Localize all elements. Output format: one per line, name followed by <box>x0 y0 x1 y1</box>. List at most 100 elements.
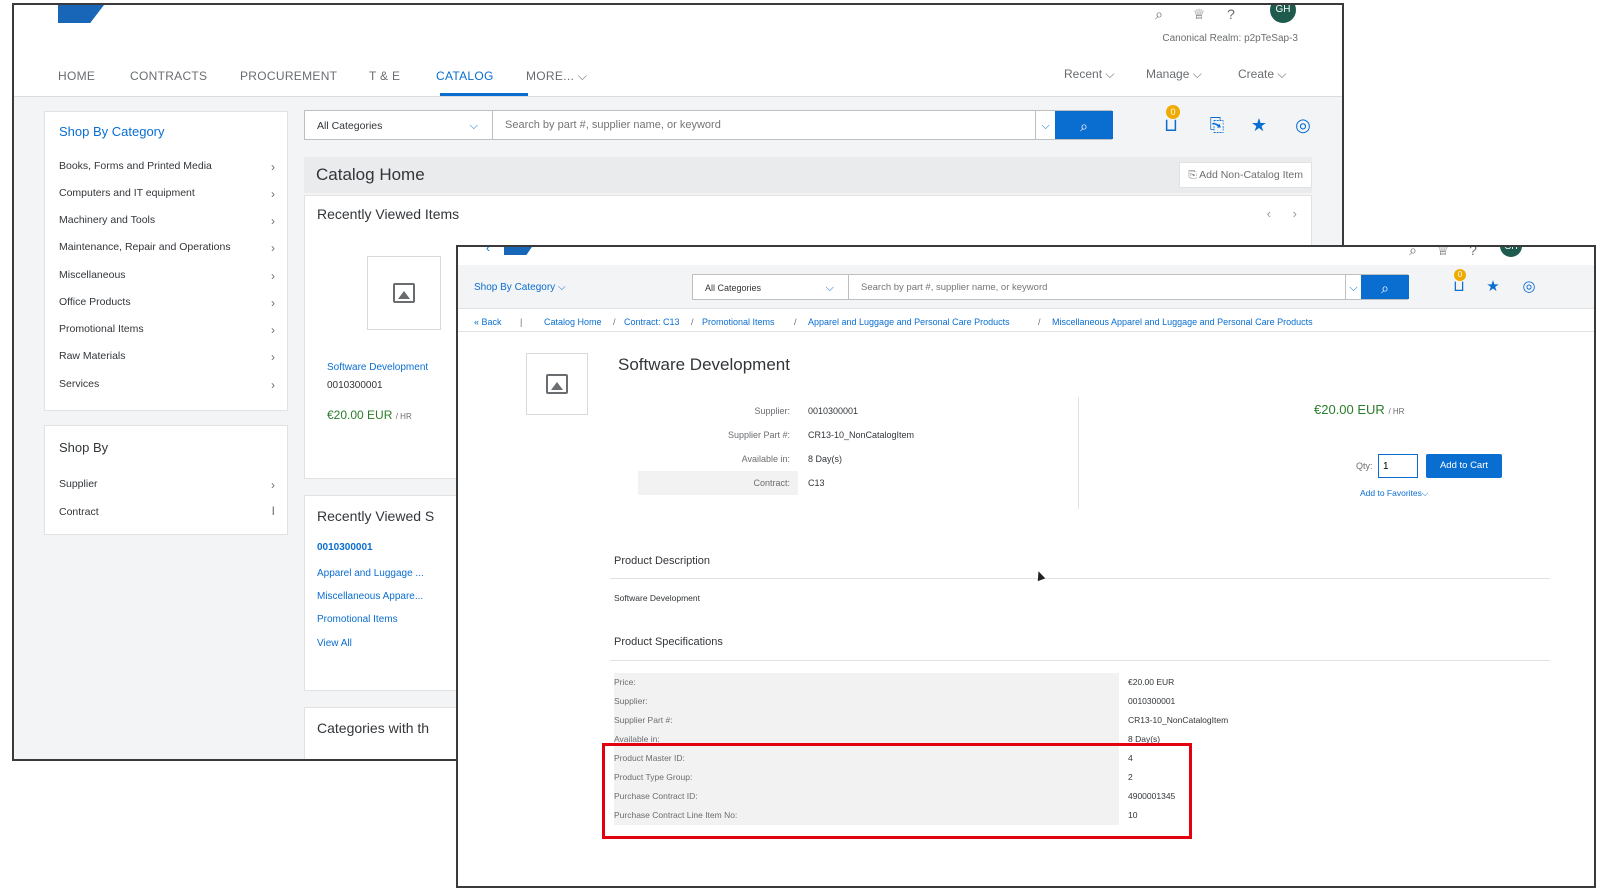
compare-icon[interactable]: ◎ <box>1518 277 1540 299</box>
spec-value-link[interactable]: 0010300001 <box>1128 696 1175 706</box>
nav-contracts[interactable]: CONTRACTS <box>130 69 207 83</box>
notifications-icon[interactable]: ♕ <box>1434 247 1452 259</box>
chevron-right-icon[interactable]: › <box>1293 206 1297 221</box>
detail-value: C13 <box>808 478 825 488</box>
shop-by-category-panel: Shop By Category Books, Forms and Printe… <box>44 111 288 411</box>
category-item[interactable]: Promotional Items <box>59 323 144 335</box>
categories-title: Categories with th <box>317 720 430 736</box>
breadcrumb-item[interactable]: Promotional Items <box>702 317 775 327</box>
chevron-right-icon: › <box>271 323 275 337</box>
search-input[interactable] <box>849 275 1343 299</box>
search-options-dropdown[interactable]: ⌵ <box>1035 111 1055 139</box>
search-icon: ⌕ <box>1381 280 1389 296</box>
breadcrumb-item[interactable]: Catalog Home <box>544 317 602 327</box>
shop-by-category-menu[interactable]: Shop By Category ⌵ <box>474 282 566 293</box>
supplier-link[interactable]: 0010300001 <box>808 406 858 416</box>
category-dropdown[interactable]: All Categories ⌵ <box>305 111 493 139</box>
add-to-favorites-menu[interactable]: Add to Favorites⌵ <box>1360 488 1428 499</box>
category-item[interactable]: Miscellaneous <box>59 269 126 281</box>
spec-label: Price: <box>614 677 636 687</box>
quantity-input[interactable] <box>1378 454 1418 478</box>
category-item[interactable]: Services <box>59 378 99 390</box>
chevron-down-icon: ⌵ <box>825 282 834 294</box>
product-image-placeholder[interactable] <box>367 256 441 330</box>
mouse-cursor-icon <box>1034 569 1046 582</box>
detail-value: 8 Day(s) <box>808 454 843 464</box>
category-dropdown[interactable]: All Categories ⌵ <box>693 275 849 299</box>
breadcrumb-item[interactable]: Apparel and Luggage and Personal Care Pr… <box>808 317 1010 327</box>
image-icon <box>546 374 568 394</box>
compare-icon[interactable]: ◎ <box>1292 115 1314 137</box>
shop-by-contract[interactable]: Contract <box>59 506 99 518</box>
supplier-category-link[interactable]: Apparel and Luggage ... <box>317 568 424 579</box>
search-button[interactable]: ⌕ <box>1055 111 1113 139</box>
avatar[interactable]: GH <box>1270 5 1296 23</box>
chevron-left-icon[interactable]: ‹ <box>1267 206 1271 221</box>
search-button[interactable]: ⌕ <box>1361 275 1409 299</box>
spec-label: Supplier Part #: <box>614 715 673 725</box>
add-non-catalog-button[interactable]: ⎘ Add Non-Catalog Item <box>1179 162 1312 188</box>
create-menu[interactable]: Create ⌵ <box>1238 67 1286 82</box>
chevron-right-icon: › <box>271 214 275 228</box>
recent-menu[interactable]: Recent ⌵ <box>1064 67 1114 82</box>
sap-logo[interactable] <box>504 247 536 255</box>
favorites-icon[interactable]: ★ <box>1482 277 1504 299</box>
breadcrumb-separator: / <box>691 317 694 327</box>
breadcrumb-item[interactable]: Contract: C13 <box>624 317 680 327</box>
nav-catalog[interactable]: CATALOG <box>436 69 494 83</box>
help-icon[interactable]: ? <box>1222 5 1240 23</box>
product-image-placeholder[interactable] <box>526 353 588 415</box>
category-item[interactable]: Computers and IT equipment <box>59 187 195 199</box>
chevron-right-icon: › <box>271 241 275 255</box>
search-input[interactable] <box>493 111 1033 139</box>
nav-more[interactable]: MORE... ⌵ <box>526 69 587 84</box>
view-all-link[interactable]: View All <box>317 638 352 649</box>
breadcrumb-item[interactable]: Miscellaneous Apparel and Luggage and Pe… <box>1052 317 1313 327</box>
search-icon[interactable]: ⌕ <box>1404 247 1422 259</box>
favorites-icon[interactable]: ★ <box>1248 115 1270 137</box>
shop-by-supplier[interactable]: Supplier <box>59 478 98 490</box>
shop-by-category-label: Shop By Category <box>474 282 556 293</box>
non-catalog-icon[interactable]: ⎘ <box>1206 115 1228 137</box>
detail-label: Contract: <box>753 478 790 488</box>
add-to-cart-button[interactable]: Add to Cart <box>1426 454 1502 478</box>
help-icon[interactable]: ? <box>1464 247 1482 259</box>
detail-label: Available in: <box>741 454 790 464</box>
shop-by-category-title[interactable]: Shop By Category <box>59 124 165 139</box>
chevron-down-icon: ⌵ <box>469 120 478 132</box>
search-icon[interactable]: ⌕ <box>1150 5 1168 23</box>
spec-row-bg <box>614 673 1119 692</box>
chevron-right-icon: › <box>271 269 275 283</box>
detail-label: Supplier Part #: <box>727 430 790 440</box>
text-cursor-icon: I <box>271 504 275 518</box>
product-price-line: €20.00 EUR / HR <box>327 408 412 422</box>
breadcrumb-separator: / <box>613 317 616 327</box>
back-link[interactable]: « Back <box>474 317 502 327</box>
category-item[interactable]: Machinery and Tools <box>59 214 155 226</box>
search-options-dropdown[interactable]: ⌵ <box>1345 275 1361 299</box>
realm-label: Canonical Realm: p2pTeSap-3 <box>1162 33 1298 44</box>
supplier-code-link[interactable]: 0010300001 <box>317 542 373 553</box>
recent-label: Recent <box>1064 67 1103 81</box>
sap-logo[interactable] <box>58 5 104 23</box>
category-item[interactable]: Books, Forms and Printed Media <box>59 160 212 172</box>
nav-home[interactable]: HOME <box>58 69 95 83</box>
category-item[interactable]: Maintenance, Repair and Operations <box>59 241 231 253</box>
category-item[interactable]: Raw Materials <box>59 350 126 362</box>
top-header: ⌕ ♕ ? GH Canonical Realm: p2pTeSap-3 HOM… <box>14 5 1342 97</box>
product-price: €20.00 EUR <box>327 408 393 422</box>
supplier-category-link[interactable]: Miscellaneous Appare... <box>317 591 423 602</box>
front-search-bar: Shop By Category ⌵ All Categories ⌵ ⌵ ⌕ … <box>458 265 1594 309</box>
product-name-link[interactable]: Software Development <box>327 362 428 373</box>
avatar[interactable]: GH <box>1500 247 1522 257</box>
notifications-icon[interactable]: ♕ <box>1190 5 1208 23</box>
chevron-left-icon[interactable]: ‹ <box>486 247 490 255</box>
manage-menu[interactable]: Manage ⌵ <box>1146 67 1202 82</box>
supplier-category-link[interactable]: Promotional Items <box>317 614 398 625</box>
category-item[interactable]: Office Products <box>59 296 131 308</box>
nav-te[interactable]: T & E <box>369 69 400 83</box>
shop-by-panel: Shop By Supplier › Contract I <box>44 425 288 535</box>
nav-procurement[interactable]: PROCUREMENT <box>240 69 337 83</box>
chevron-down-icon: ⌵ <box>1421 488 1429 498</box>
cart-badge: 0 <box>1454 269 1466 281</box>
